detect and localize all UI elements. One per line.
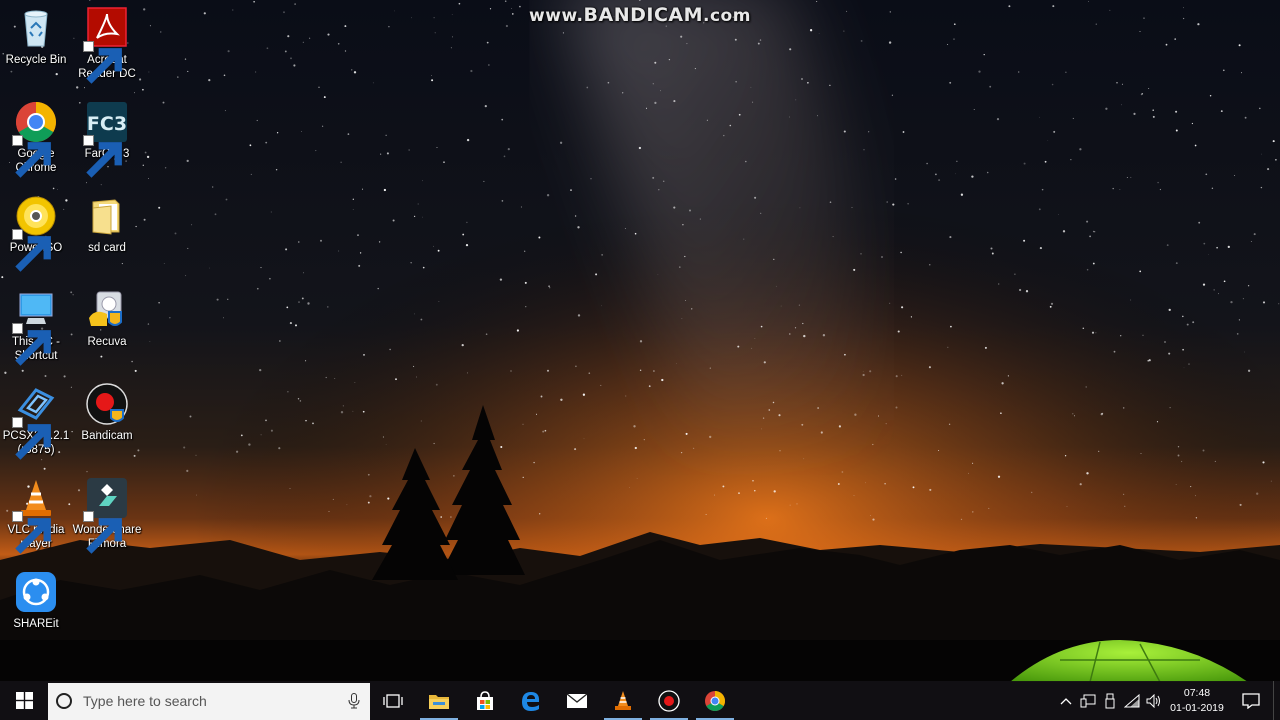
taskbar-store[interactable] (462, 681, 508, 720)
shortcut-arrow-icon (12, 511, 51, 554)
task-view-icon (383, 693, 403, 708)
devices-icon (1080, 694, 1096, 707)
taskbar-edge[interactable] (508, 681, 554, 720)
folder-icon (85, 194, 129, 238)
tray-devices[interactable] (1077, 681, 1099, 720)
shortcut-arrow-icon (12, 417, 51, 460)
svg-text:FC3: FC3 (87, 113, 127, 135)
taskbar-vlc[interactable] (600, 681, 646, 720)
poweriso-icon (12, 194, 58, 272)
action-center-button[interactable] (1229, 681, 1273, 720)
taskbar-clock[interactable]: 07:48 01-01-2019 (1165, 686, 1229, 716)
clock-date: 01-01-2019 (1170, 701, 1224, 714)
taskbar-bandicam[interactable] (646, 681, 692, 720)
store-icon (477, 690, 493, 710)
desktop-icon-pcsx2[interactable]: PCSX2 1.2.1 (r5875) (0, 376, 72, 466)
shortcut-arrow-icon (83, 135, 122, 178)
shortcut-arrow-icon (12, 323, 51, 366)
taskbar: 07:48 01-01-2019 (0, 681, 1280, 720)
desktop-icon-filmora[interactable]: Wondershare Filmora (71, 470, 143, 560)
task-view-button[interactable] (370, 681, 416, 720)
farcry3-icon: FC3 (83, 100, 129, 178)
acrobat-reader-icon (83, 6, 129, 84)
chevron-up-icon (1060, 697, 1072, 704)
chrome-icon (12, 100, 58, 178)
recuva-icon (85, 288, 129, 332)
edge-icon (522, 691, 540, 711)
shortcut-arrow-icon (12, 229, 51, 272)
wifi-icon (1124, 693, 1140, 707)
shareit-icon (14, 570, 58, 614)
filmora-icon (83, 476, 129, 554)
windows-logo-icon (15, 692, 33, 709)
usb-icon (1105, 693, 1115, 708)
desktop-icon-bandicam[interactable]: Bandicam (71, 376, 143, 466)
vlc-icon (615, 690, 631, 710)
shortcut-arrow-icon (83, 511, 122, 554)
desktop-icon-this-pc[interactable]: This PC - Shortcut (0, 282, 72, 372)
shortcut-arrow-icon (12, 135, 51, 178)
bandicam-icon (658, 689, 680, 712)
pcsx2-icon (12, 382, 58, 460)
clock-time: 07:48 (1183, 686, 1211, 699)
microphone-icon[interactable] (348, 693, 360, 709)
chrome-icon (705, 690, 725, 711)
desktop-wallpaper (0, 0, 1280, 720)
desktop-icon-recuva[interactable]: Recuva (71, 282, 143, 372)
tray-volume[interactable] (1143, 681, 1165, 720)
taskbar-file-explorer[interactable] (416, 681, 462, 720)
show-desktop-button[interactable] (1273, 681, 1280, 720)
shortcut-arrow-icon (83, 41, 122, 84)
desktop-icon-farcry3[interactable]: FC3 FarCry 3 (71, 94, 143, 184)
recycle-bin-icon (14, 6, 58, 50)
desktop-icon-google-chrome[interactable]: Google Chrome (0, 94, 72, 184)
file-explorer-icon (429, 694, 449, 709)
cortana-icon (56, 693, 72, 709)
bandicam-watermark: www.BANDICAM.com (529, 4, 751, 26)
action-center-icon (1242, 692, 1260, 709)
desktop-icon-vlc[interactable]: VLC media player (0, 470, 72, 560)
show-hidden-icons-button[interactable] (1055, 681, 1077, 720)
tray-usb[interactable] (1099, 681, 1121, 720)
volume-icon (1146, 693, 1160, 708)
system-tray: 07:48 01-01-2019 (1055, 681, 1280, 720)
mail-icon (566, 692, 588, 708)
desktop-icon-recycle-bin[interactable]: Recycle Bin (0, 0, 72, 90)
this-pc-icon (12, 288, 58, 366)
desktop-icon-poweriso[interactable]: PowerISO (0, 188, 72, 278)
start-button[interactable] (0, 681, 48, 720)
search-input[interactable] (81, 692, 348, 710)
bandicam-icon (85, 382, 129, 426)
desktop-icon-sd-card[interactable]: sd card (71, 188, 143, 278)
desktop-icon-shareit[interactable]: SHAREit (0, 564, 72, 654)
taskbar-chrome[interactable] (692, 681, 738, 720)
tray-network[interactable] (1121, 681, 1143, 720)
taskbar-search-box[interactable] (48, 682, 370, 720)
vlc-icon (12, 476, 58, 554)
taskbar-mail[interactable] (554, 681, 600, 720)
desktop-icon-acrobat-reader[interactable]: Acrobat Reader DC (71, 0, 143, 90)
